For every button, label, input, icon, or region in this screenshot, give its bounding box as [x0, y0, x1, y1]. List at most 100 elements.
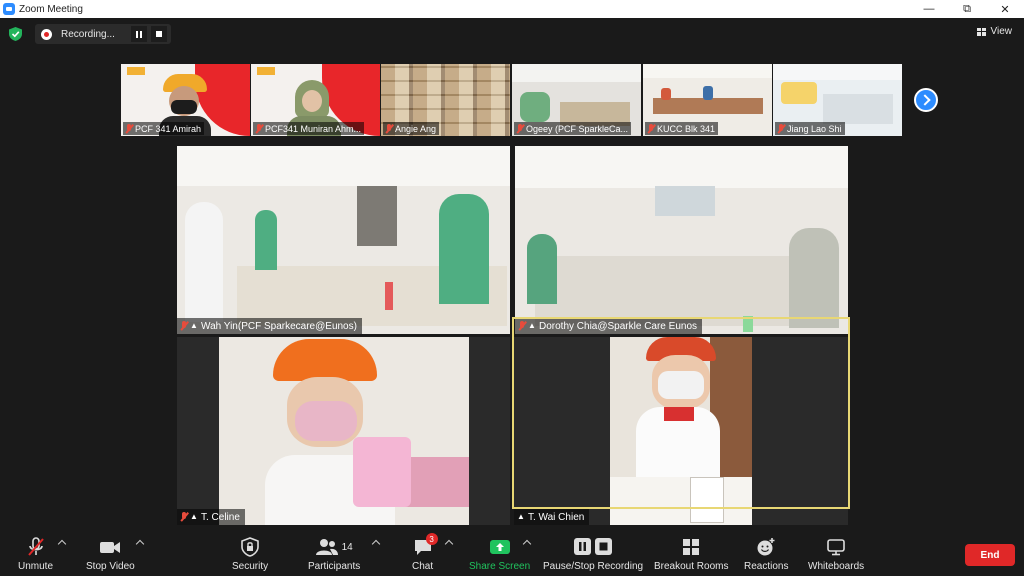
whiteboard-icon	[826, 536, 846, 558]
recording-dot-icon	[41, 28, 52, 40]
chat-bubble-icon: 3	[413, 533, 438, 558]
pause-stop-recording-button[interactable]: Pause/Stop Recording	[543, 536, 643, 572]
participant-name: PCF 341 Amirah	[135, 123, 202, 134]
unmute-label: Unmute	[18, 561, 54, 572]
pause-icon	[136, 30, 142, 38]
participants-button[interactable]: 14 Participants	[308, 536, 360, 572]
participant-label: ▲ T. Wai Chien	[514, 509, 590, 525]
security-label: Security	[232, 561, 269, 572]
security-shield-icon[interactable]	[9, 27, 22, 41]
share-screen-label: Share Screen	[469, 561, 531, 572]
gallery-tile[interactable]: PCF341 Muniran Ahm...	[251, 64, 380, 136]
window-title: Zoom Meeting	[19, 3, 83, 15]
participant-name: Angie Ang	[395, 123, 437, 134]
recording-indicator: Recording...	[35, 24, 171, 44]
participant-label: ▲ T. Celine	[177, 509, 245, 525]
video-tile[interactable]: ▲ T. Celine	[177, 337, 510, 525]
video-camera-icon	[98, 536, 122, 558]
gallery-tile[interactable]: Jiang Lao Shi	[773, 64, 902, 136]
meeting-toolbar: Unmute Stop Video Security 14 Participan…	[0, 528, 1024, 576]
participant-name: Ogeey (PCF SparkleCa...	[526, 123, 629, 134]
pause-recording-button[interactable]	[131, 26, 147, 42]
participant-name: KUCC Blk 341	[657, 123, 716, 134]
participants-label: Participants	[308, 561, 361, 572]
muted-mic-icon	[180, 512, 188, 522]
spotlight-pin-icon: ▲	[517, 512, 525, 521]
minimize-button[interactable]: —	[910, 0, 948, 18]
shield-icon	[241, 536, 259, 558]
muted-mic-icon	[255, 123, 263, 134]
participant-name: T. Celine	[201, 511, 240, 523]
reactions-label: Reactions	[744, 561, 789, 572]
breakout-rooms-icon	[681, 536, 701, 558]
next-page-button[interactable]	[914, 88, 938, 112]
stop-video-button[interactable]: Stop Video	[86, 536, 135, 572]
participant-label: ▲ Wah Yin(PCF Sparkecare@Eunos)	[177, 318, 362, 334]
grid-view-icon	[976, 27, 987, 36]
muted-mic-icon	[125, 123, 133, 134]
participant-name: PCF341 Muniran Ahm...	[265, 123, 362, 134]
participants-options-caret[interactable]	[371, 539, 381, 549]
chat-button[interactable]: 3 Chat	[412, 533, 438, 572]
video-tile[interactable]: ▲ T. Wai Chien	[514, 337, 848, 525]
participant-label: KUCC Blk 341	[645, 122, 719, 135]
spotlight-pin-icon: ▲	[190, 512, 198, 521]
close-button[interactable]: ✕	[986, 0, 1024, 18]
pause-stop-recording-label: Pause/Stop Recording	[543, 561, 644, 572]
breakout-rooms-button[interactable]: Breakout Rooms	[654, 536, 728, 572]
video-options-caret[interactable]	[135, 539, 145, 549]
participant-label: Ogeey (PCF SparkleCa...	[514, 122, 632, 135]
video-tile[interactable]: ▲ Dorothy Chia@Sparkle Care Eunos	[515, 146, 848, 334]
participant-name: Dorothy Chia@Sparkle Care Eunos	[539, 320, 698, 332]
gallery-tile[interactable]: Angie Ang	[381, 64, 510, 136]
reactions-button[interactable]: Reactions	[744, 536, 788, 572]
end-meeting-button[interactable]: End	[965, 544, 1015, 566]
spotlight-pin-icon: ▲	[190, 321, 198, 330]
gallery-tile[interactable]: PCF 341 Amirah	[121, 64, 250, 136]
zoom-app-icon	[3, 3, 15, 15]
share-screen-icon	[489, 536, 511, 558]
muted-mic-icon	[777, 123, 785, 134]
muted-mic-icon	[385, 123, 393, 134]
participant-label: Angie Ang	[383, 122, 440, 135]
chat-label: Chat	[412, 561, 434, 572]
restore-button[interactable]: ⧉	[948, 0, 986, 18]
title-bar: Zoom Meeting — ⧉ ✕	[0, 0, 1024, 18]
participant-label: ▲ Dorothy Chia@Sparkle Care Eunos	[515, 318, 703, 334]
muted-microphone-icon	[25, 536, 47, 558]
meeting-stage: Recording... View PCF 341 Amirah PCF341 …	[0, 18, 1024, 528]
muted-mic-icon	[518, 321, 526, 331]
muted-mic-icon	[516, 123, 524, 134]
audio-options-caret[interactable]	[57, 539, 67, 549]
stop-video-label: Stop Video	[86, 561, 135, 572]
window-controls: — ⧉ ✕	[910, 0, 1024, 18]
participants-count: 14	[341, 541, 353, 553]
participant-label: PCF 341 Amirah	[123, 122, 205, 135]
stop-icon	[156, 31, 162, 37]
muted-mic-icon	[180, 321, 188, 331]
recording-controls-icon	[573, 536, 613, 558]
participant-name: Jiang Lao Shi	[787, 123, 842, 134]
gallery-tile[interactable]: Ogeey (PCF SparkleCa...	[512, 64, 641, 136]
whiteboards-button[interactable]: Whiteboards	[808, 536, 864, 572]
view-button[interactable]: View	[976, 26, 1013, 37]
chat-options-caret[interactable]	[444, 539, 454, 549]
unmute-button[interactable]: Unmute	[18, 536, 53, 572]
share-screen-button[interactable]: Share Screen	[469, 536, 530, 572]
video-tile[interactable]: ▲ Wah Yin(PCF Sparkecare@Eunos)	[177, 146, 510, 334]
security-button[interactable]: Security	[232, 536, 268, 572]
muted-mic-icon	[647, 123, 655, 134]
stop-recording-button[interactable]	[151, 26, 167, 42]
participant-label: Jiang Lao Shi	[775, 122, 845, 135]
whiteboards-label: Whiteboards	[808, 561, 865, 572]
view-label: View	[990, 26, 1013, 37]
participant-label: PCF341 Muniran Ahm...	[253, 122, 365, 135]
spotlight-pin-icon: ▲	[528, 321, 536, 330]
breakout-rooms-label: Breakout Rooms	[654, 561, 729, 572]
smiley-plus-icon	[756, 536, 776, 558]
participants-icon: 14	[315, 536, 353, 558]
participant-name: T. Wai Chien	[528, 511, 585, 523]
chat-unread-badge: 3	[425, 533, 438, 545]
gallery-tile[interactable]: KUCC Blk 341	[643, 64, 772, 136]
recording-status: Recording...	[61, 28, 115, 40]
